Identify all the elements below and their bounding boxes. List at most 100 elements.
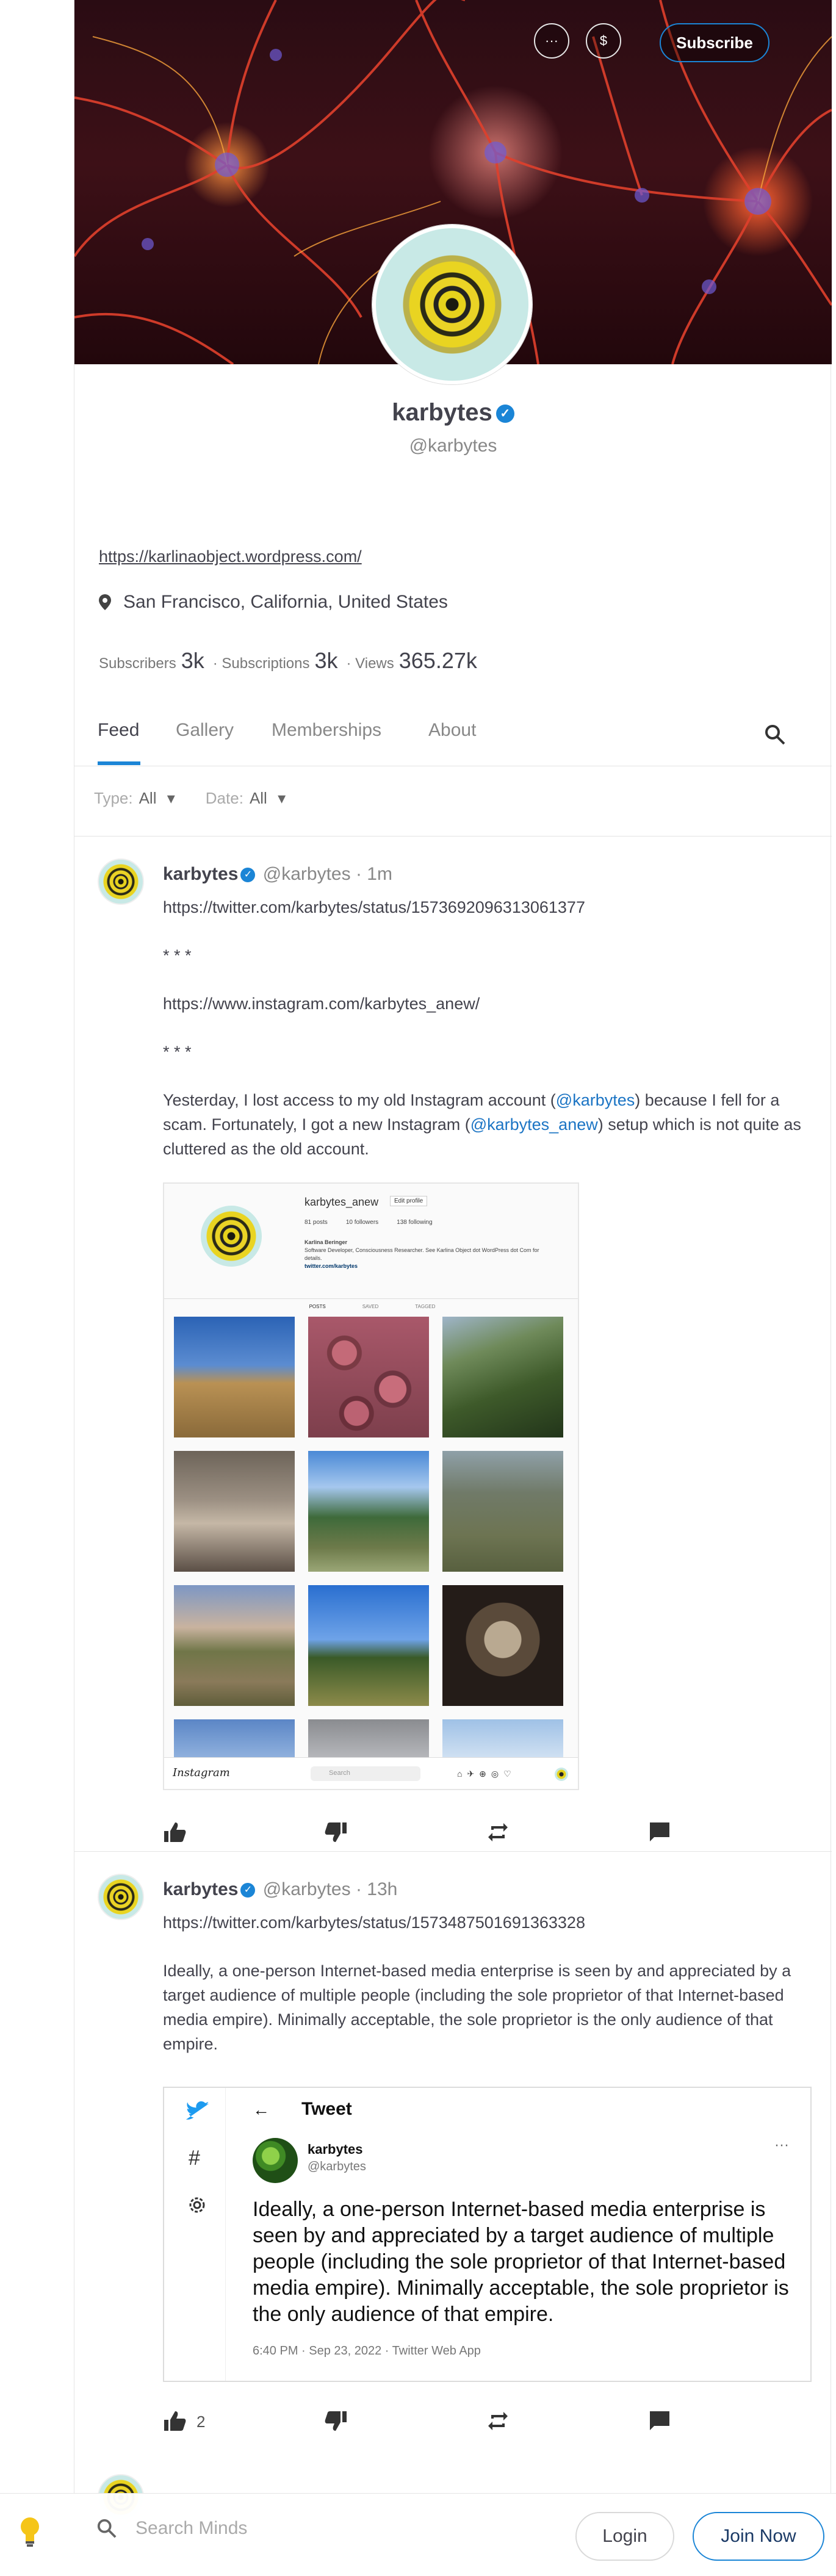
channel-avatar[interactable] (372, 225, 532, 384)
remind-repost-icon[interactable] (486, 1821, 510, 1843)
search-input[interactable]: Search Minds (135, 2518, 247, 2539)
hashtag-explore-icon: # (189, 2146, 200, 2170)
channel-location: San Francisco, California, United States (99, 592, 448, 613)
ig-tab-tagged: TAGGED (415, 1304, 436, 1309)
bottom-search[interactable]: Search Minds (96, 2518, 247, 2539)
active-tab-indicator (98, 761, 140, 765)
type-filter[interactable]: Type: All ▾ (94, 789, 175, 808)
ig-photo-trail (174, 1585, 295, 1706)
thumbs-up-icon[interactable] (163, 2410, 186, 2432)
verified-badge-icon: ✓ (240, 1883, 256, 1898)
tip-button[interactable]: $ (586, 23, 621, 59)
post-author-name[interactable]: karbytes (163, 1879, 238, 1899)
ig-photo-hillside (174, 1317, 295, 1437)
post-author-avatar[interactable] (98, 1874, 144, 1920)
channel-name-text: karbytes (392, 399, 492, 426)
mention-link[interactable]: @karbytes_anew (470, 1115, 598, 1134)
comment-icon[interactable] (648, 1821, 671, 1843)
login-button[interactable]: Login (575, 2512, 674, 2561)
post-author-handle[interactable]: @karbytes (263, 864, 351, 884)
ig-followers-count: 10 followers (345, 1219, 379, 1226)
lightbulb-icon[interactable] (20, 2517, 40, 2547)
ig-photo-valley (442, 1451, 563, 1572)
post-author-handle[interactable]: @karbytes (263, 1879, 351, 1899)
ig-photo-forest (442, 1317, 563, 1437)
comment-icon[interactable] (648, 2410, 671, 2432)
ig-photo-living-room (174, 1451, 295, 1572)
search-icon (97, 2519, 117, 2538)
location-text: San Francisco, California, United States (123, 592, 448, 612)
channel-website-link[interactable]: https://karlinaobject.wordpress.com/ (99, 547, 362, 566)
thumbs-up-icon[interactable] (163, 1821, 186, 1843)
type-filter-label: Type: (94, 789, 133, 807)
chevron-down-icon: ▾ (162, 789, 175, 807)
divider (225, 2088, 226, 2381)
channel-name: karbytes ✓ (74, 399, 832, 426)
post-link[interactable]: https://twitter.com/karbytes/status/1573… (163, 1910, 810, 1935)
views-count: 365.27k (398, 648, 477, 673)
search-icon[interactable] (764, 724, 786, 746)
channel-column: ··· $ Subscribe karbytes ✓ @karbytes http… (74, 0, 832, 2576)
post-author-avatar[interactable] (98, 858, 144, 905)
back-arrow-icon: ← (253, 2100, 270, 2119)
tweet-meta: 6:40 PM · Sep 23, 2022 · Twitter Web App (253, 2344, 481, 2358)
post-header: karbytes ✓ @karbytes · 13h (163, 1879, 397, 1900)
ig-profile-icon (555, 1768, 568, 1781)
ig-logo: Instagram (173, 1766, 230, 1779)
subscribers-label: Subscribers (99, 655, 176, 672)
ig-bio: Karlina Beringer Software Developer, Con… (304, 1239, 549, 1270)
tweet-author-avatar (253, 2138, 298, 2183)
ig-photo-interior (442, 1585, 563, 1706)
post-body-text: Ideally, a one-person Internet-based med… (163, 1962, 791, 2053)
post-image-instagram-screenshot[interactable]: karbytes_anew Edit profile 81 posts 10 f… (163, 1182, 579, 1790)
location-pin-icon (99, 594, 111, 610)
tab-feed[interactable]: Feed (98, 720, 139, 741)
tab-memberships[interactable]: Memberships (272, 720, 381, 741)
subscribe-button[interactable]: Subscribe (660, 23, 769, 62)
tweet-author-handle: @karbytes (308, 2160, 366, 2173)
post-body: Yesterday, I lost access to my old Insta… (163, 1088, 810, 1161)
ig-edit-profile-button: Edit profile (390, 1196, 428, 1206)
post-author-name[interactable]: karbytes (163, 864, 238, 884)
tweet-author-name: karbytes (308, 2142, 363, 2157)
type-filter-value: All (139, 789, 157, 807)
ig-photo-clouds (442, 1719, 563, 1757)
ig-posts-count: 81 posts (304, 1219, 328, 1226)
join-now-button[interactable]: Join Now (693, 2512, 824, 2561)
verified-badge-icon: ✓ (495, 405, 514, 423)
ig-photo-gravel (308, 1719, 429, 1757)
channel-stats: Subscribers 3k · Subscriptions 3k · View… (99, 648, 481, 674)
subscribers-count[interactable]: 3k (181, 648, 204, 674)
post-link[interactable]: https://www.instagram.com/karbytes_anew/ (163, 991, 810, 1016)
thumbs-down-icon[interactable] (325, 1821, 348, 1843)
post-link[interactable]: https://twitter.com/karbytes/status/1573… (163, 895, 810, 919)
ig-nav-icons: ⌂✈⊕◎♡ (457, 1769, 516, 1779)
thumbs-down-icon[interactable] (325, 2410, 348, 2432)
date-filter[interactable]: Date: All ▾ (206, 789, 286, 808)
more-options-button[interactable]: ··· (534, 23, 569, 59)
post-actions-row: 2 (163, 2410, 712, 2434)
ig-photo-pond (308, 1451, 429, 1572)
post-time[interactable]: · 13h (356, 1879, 397, 1899)
ig-bio-name: Karlina Beringer (304, 1239, 348, 1245)
like-count: 2 (196, 2412, 206, 2431)
post-separator-text: * * * (163, 946, 192, 965)
tab-about[interactable]: About (428, 720, 476, 741)
ig-tab-saved: SAVED (362, 1304, 379, 1309)
dollar-icon: $ (599, 33, 608, 48)
post-body-text: Yesterday, I lost access to my old Insta… (163, 1091, 556, 1109)
post-time[interactable]: · 1m (356, 864, 392, 884)
tab-gallery[interactable]: Gallery (176, 720, 234, 741)
verified-badge-icon: ✓ (240, 868, 256, 883)
feed-filters: Type: All ▾ Date: All ▾ (94, 789, 286, 808)
views-label: · Views (346, 655, 394, 672)
ig-photo-field (308, 1585, 429, 1706)
remind-repost-icon[interactable] (486, 2410, 510, 2432)
mention-link[interactable]: @karbytes (556, 1091, 635, 1109)
post-image-tweet-screenshot[interactable]: # ← Tweet karbytes @karbytes ··· Ideally… (163, 2087, 812, 2382)
channel-tabs: Feed Gallery Memberships About (74, 708, 832, 766)
more-dots-icon: ··· (545, 33, 558, 48)
subscriptions-count[interactable]: 3k (314, 648, 337, 674)
tweet-more-icon: ··· (774, 2137, 789, 2153)
chevron-down-icon: ▾ (273, 789, 286, 807)
